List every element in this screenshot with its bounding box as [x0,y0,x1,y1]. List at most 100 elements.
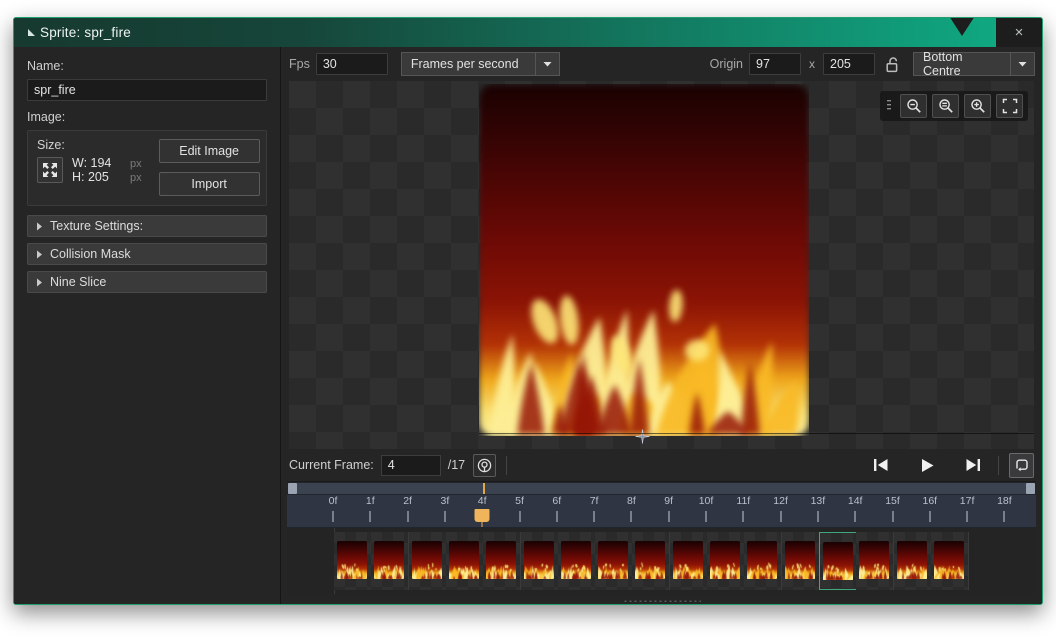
edit-image-button[interactable]: Edit Image [158,139,260,163]
ruler-tick-label: 17f [959,495,975,507]
sprite-fire-image [479,84,809,436]
size-caption: Size: [37,138,65,152]
section-collision-mask[interactable]: Collision Mask [27,243,267,265]
fps-mode-value[interactable]: Frames per second [400,52,535,76]
window-menu-caret-icon[interactable] [22,28,40,37]
ruler-tick-mark [332,511,334,522]
current-frame-label: Current Frame: [289,458,374,472]
frame-cell[interactable] [893,532,932,590]
skip-next-icon[interactable] [958,453,988,477]
frame-strip[interactable] [287,528,1036,594]
resize-arrows-icon[interactable] [37,157,63,183]
ruler-tick-label: 0f [328,495,338,507]
origin-x-input[interactable]: 97 [749,53,801,75]
ruler-tick-mark [780,511,782,522]
zoom-toolbar [880,91,1028,121]
ruler-tick-mark [705,511,707,522]
screenshot-root: Sprite: spr_fire × Name: spr_fire Image:… [0,0,1056,638]
ruler-tick-label: 8f [627,495,636,507]
window-title: Sprite: spr_fire [40,25,131,40]
ruler-tick-label: 9f [664,495,674,507]
import-button[interactable]: Import [158,172,260,196]
frame-cell[interactable] [930,532,969,590]
frame-cell[interactable] [445,532,484,590]
chevron-down-icon[interactable] [1010,52,1035,76]
ruler-tick-mark [817,511,819,522]
timeline-scrollbar[interactable] [287,482,1036,495]
fps-mode-dropdown[interactable]: Frames per second [400,52,560,76]
onion-skin-icon[interactable] [473,453,497,477]
sprite-name-input[interactable]: spr_fire [27,79,267,101]
zoom-out-icon[interactable] [900,94,927,118]
section-label: Collision Mask [50,247,131,261]
chevron-down-icon[interactable] [534,52,560,76]
current-frame-input[interactable]: 4 [380,454,441,476]
origin-separator: x [809,57,815,71]
origin-preset-value[interactable]: Bottom Centre [913,50,1010,78]
frame-thumbnail [784,541,815,579]
frame-cell[interactable] [744,532,783,590]
skip-previous-icon[interactable] [866,453,896,477]
frame-cell[interactable] [595,532,634,590]
ruler-tick-label: 7f [589,495,599,507]
ruler-tick-label: 1f [365,495,375,507]
frame-cell[interactable] [707,532,745,590]
fit-to-screen-icon[interactable] [996,94,1023,118]
frame-cell[interactable] [632,532,671,590]
frame-cell[interactable] [669,532,708,590]
resize-handle[interactable] [622,598,701,602]
property-sections: Texture Settings: Collision Mask Nine Sl… [27,215,267,293]
scrollbar-right-handle[interactable] [1026,483,1035,494]
frame-cell[interactable] [408,532,447,590]
fps-input[interactable]: 30 [315,53,388,75]
frame-cell[interactable] [371,532,410,590]
image-label: Image: [27,110,66,124]
frame-thumbnail [822,542,853,580]
ruler-tick-label: 10f [698,495,714,507]
frame-thumbnail [672,541,703,579]
frame-cell[interactable] [557,532,596,590]
ruler-tick-mark [892,511,893,522]
ruler-tick-mark [966,511,968,522]
origin-preset-dropdown[interactable]: Bottom Centre [913,50,1035,78]
frame-cell[interactable] [781,532,820,590]
frame-thumbnail [486,541,517,579]
frame-strip-gutter [287,528,335,594]
frame-thumbnail [337,541,367,579]
scrollbar-left-handle[interactable] [288,483,297,494]
origin-y-input[interactable]: 205 [823,53,875,75]
frame-cell[interactable] [483,532,522,590]
ruler-tick-mark [929,511,931,522]
drag-grip-icon[interactable] [883,91,895,121]
close-icon[interactable]: × [996,18,1042,47]
sprite-canvas-area[interactable] [289,81,1034,449]
loop-icon[interactable] [1009,452,1034,478]
unlocked-padlock-icon[interactable] [881,52,905,76]
frame-cell[interactable] [334,532,372,590]
ruler-tick-label: 11f [736,495,751,507]
image-width-unit: px [130,158,142,170]
section-texture-settings[interactable]: Texture Settings: [27,215,267,237]
ruler-tick-mark [854,511,856,522]
origin-label: Origin [709,57,743,71]
total-frames-label: /17 [447,458,466,472]
scrollbar-track[interactable] [297,483,1026,494]
window-titlebar[interactable]: Sprite: spr_fire × [14,18,1042,47]
window-body: Name: spr_fire Image: Size: W: 194 px H:… [14,47,1042,604]
zoom-in-icon[interactable] [964,94,991,118]
timeline-ruler[interactable]: 0f 1f 2f 3f 4f 5f 6f 7f 8f 9f 10f 11f 12f 13f 14f 15f 16… [287,495,1036,528]
chevron-right-icon [28,222,50,231]
frame-thumbnail [374,541,405,579]
frame-cell[interactable] [856,532,895,590]
frame-cell[interactable] [520,532,559,590]
timeline-footer [287,594,1036,604]
play-icon[interactable] [912,453,942,477]
image-height-value: H: 205 [72,170,109,184]
section-nine-slice[interactable]: Nine Slice [27,271,267,293]
ruler-tick-label: 14f [847,495,863,507]
frame-thumbnail [523,541,554,579]
frame-cell[interactable] [818,532,857,590]
frame-thumbnail [710,541,740,579]
ruler-tick-label: 16f [922,495,938,507]
zoom-reset-icon[interactable] [932,94,959,118]
